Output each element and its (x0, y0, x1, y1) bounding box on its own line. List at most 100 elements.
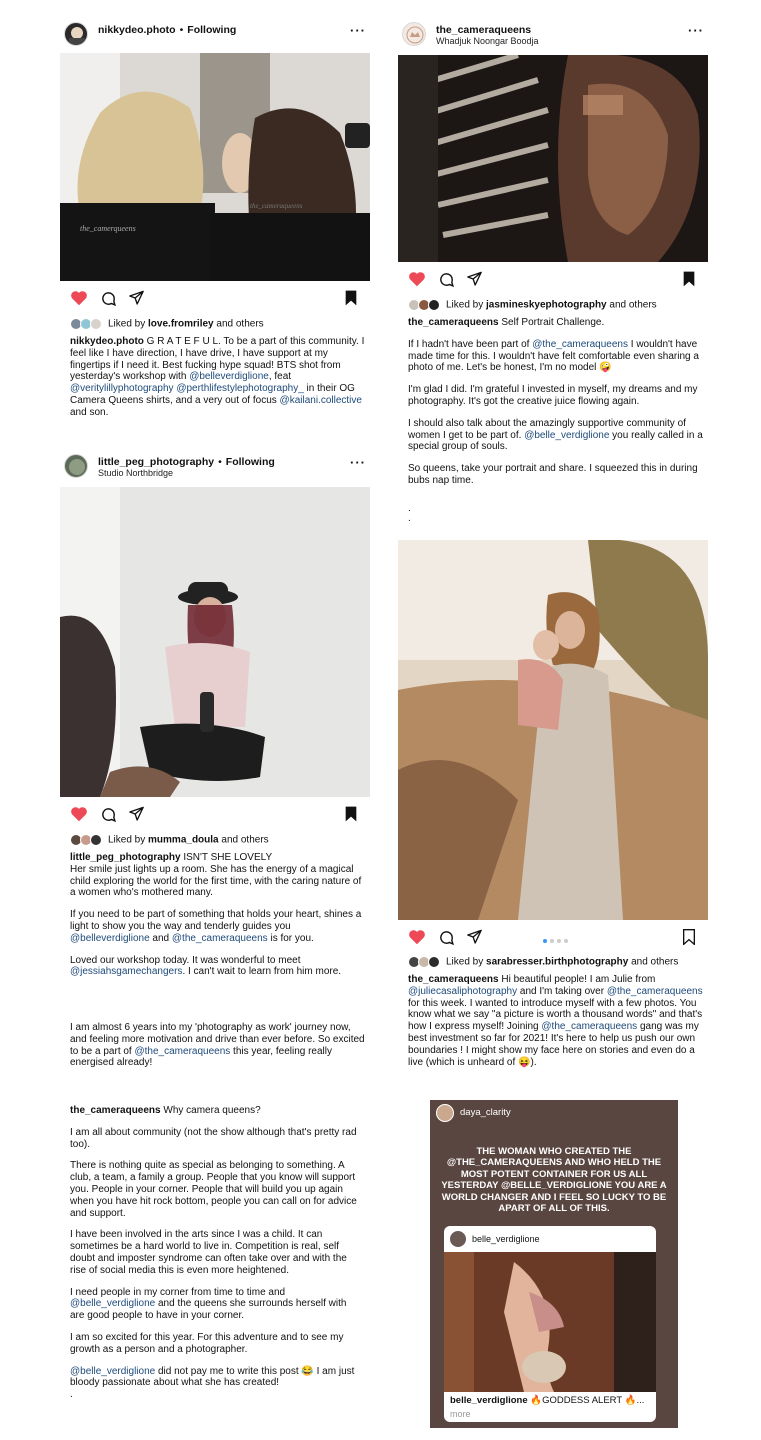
post-header: nikkydeo.photo • Following ··· (60, 20, 372, 50)
and-others[interactable]: and others (609, 300, 656, 311)
heart-icon[interactable] (70, 290, 88, 306)
shared-post-username[interactable]: belle_verdiglione (472, 1234, 540, 1244)
mention-link[interactable]: @the_cameraqueens (135, 1046, 231, 1057)
caption-username[interactable]: little_peg_photography (70, 852, 181, 863)
caption-text: I have been involved in the arts since I… (70, 1229, 347, 1276)
caption-text: If you need to be part of something that… (70, 909, 362, 932)
post-header: little_peg_photography • Following Studio … (60, 452, 372, 482)
username[interactable]: little_peg_photography • Following (98, 456, 275, 468)
liked-by-user[interactable]: mumma_doula (148, 835, 219, 846)
caption-text: . I can't wait to learn from him more. (182, 966, 342, 978)
caption-text: I'm glad I did. I'm grateful I invested … (408, 384, 698, 407)
bookmark-icon[interactable] (682, 929, 696, 945)
following-button[interactable]: Following (226, 456, 275, 468)
bookmark-icon[interactable] (682, 271, 696, 287)
post-photo[interactable] (398, 55, 708, 262)
shared-post-card[interactable]: belle_verdiglione belle_verdiglione 🔥GOD… (444, 1226, 656, 1422)
likes-line[interactable]: Liked by jasmineskyephotography and othe… (408, 299, 657, 311)
mention-link[interactable]: @kailani.collective (280, 395, 362, 406)
post-photo[interactable] (60, 487, 370, 797)
comment-icon[interactable] (100, 290, 117, 307)
caption-username[interactable]: belle_verdiglione (450, 1395, 528, 1406)
mention-link[interactable]: @the_cameraqueens (541, 1021, 637, 1032)
and-others[interactable]: and others (631, 957, 678, 968)
avatar[interactable] (64, 454, 88, 478)
likes-line[interactable]: Liked by love.fromriley and others (70, 318, 264, 330)
username-text[interactable]: little_peg_photography (98, 456, 214, 468)
share-icon[interactable] (128, 806, 145, 822)
more-icon[interactable]: ··· (350, 23, 366, 39)
bookmark-icon[interactable] (344, 290, 358, 306)
avatar[interactable] (402, 22, 426, 46)
likes-line[interactable]: Liked by mumma_doula and others (70, 834, 269, 846)
comment-icon[interactable] (100, 806, 117, 823)
heart-icon[interactable] (408, 271, 426, 287)
location[interactable]: Studio Northbridge (98, 468, 173, 478)
mention-link[interactable]: @veritylillyphotography (70, 383, 174, 394)
mention-link[interactable]: @the_cameraqueens (172, 933, 268, 944)
avatar[interactable] (450, 1231, 466, 1247)
caption-paragraph: I am so excited for this year. For this … (70, 1332, 362, 1356)
svg-text:the_cameraqueens: the_cameraqueens (250, 202, 303, 210)
heart-icon[interactable] (70, 806, 88, 822)
caption-username[interactable]: the_cameraqueens (408, 974, 499, 985)
username[interactable]: the_cameraqueens (436, 24, 531, 36)
caption-username[interactable]: nikkydeo.photo (70, 336, 144, 347)
story-text: THE WOMAN WHO CREATED THE @THE_CAMERAQUE… (441, 1146, 667, 1214)
mention-link[interactable]: @the_cameraqueens (532, 339, 628, 350)
bookmark-icon[interactable] (344, 806, 358, 822)
caption-text: There is nothing quite as special as bel… (70, 1160, 357, 1219)
more-link[interactable]: more (450, 1409, 471, 1419)
and-others[interactable]: and others (216, 319, 263, 330)
share-icon[interactable] (466, 271, 483, 287)
comment-icon[interactable] (438, 271, 455, 288)
avatar[interactable] (436, 1104, 454, 1122)
mention-link[interactable]: @belleverdiglione (70, 933, 150, 944)
caption-text: . (70, 1389, 73, 1401)
carousel-dots[interactable] (543, 935, 573, 943)
mention-link[interactable]: @belleverdiglione (189, 371, 269, 382)
share-icon[interactable] (466, 929, 483, 945)
more-icon[interactable]: ··· (688, 23, 704, 39)
share-icon[interactable] (128, 290, 145, 306)
caption-username[interactable]: the_cameraqueens (70, 1105, 161, 1116)
heart-icon[interactable] (408, 929, 426, 945)
mention-link[interactable]: @the_cameraqueens (607, 986, 703, 997)
mention-link[interactable]: @perthlifestylephotography_ (176, 383, 303, 394)
mention-link[interactable]: @juliecasaliphotography (408, 986, 517, 997)
more-icon[interactable]: ··· (350, 455, 366, 471)
shared-post-photo[interactable] (444, 1252, 656, 1392)
likes-line[interactable]: Liked by sarabresser.birthphotography an… (408, 956, 678, 968)
following-button[interactable]: Following (187, 24, 236, 36)
location[interactable]: Whadjuk Noongar Boodja (436, 36, 539, 46)
mention-link[interactable]: @belle_verdiglione (70, 1298, 155, 1309)
caption-paragraph: I have been involved in the arts since I… (70, 1229, 362, 1276)
story-username[interactable]: daya_clarity (460, 1107, 511, 1119)
caption-why-camera-queens: the_cameraqueens Why camera queens? I am … (70, 1105, 362, 1411)
caption-username[interactable]: the_cameraqueens (408, 317, 499, 328)
comment-icon[interactable] (438, 929, 455, 946)
separator-dot: • (179, 24, 184, 36)
caption-text: I am all about community (not the show a… (70, 1126, 357, 1150)
liked-by-user[interactable]: sarabresser.birthphotography (486, 957, 628, 968)
and-others[interactable]: and others (221, 835, 268, 846)
caption-trailing-dots: . . (408, 504, 703, 524)
svg-text:the_camerqueens: the_camerqueens (80, 224, 136, 233)
avatar[interactable] (64, 22, 88, 46)
caption-paragraph: the_cameraqueens Why camera queens? (70, 1105, 362, 1117)
caption-text: Loved our workshop today. It was wonderf… (70, 954, 301, 966)
caption-paragraph: I should also talk about the amazingly s… (408, 418, 703, 453)
liked-by-user[interactable]: jasmineskyephotography (486, 300, 607, 311)
post-photo[interactable] (398, 540, 708, 920)
username-text[interactable]: nikkydeo.photo (98, 24, 176, 36)
caption-paragraph: So queens, take your portrait and share.… (408, 463, 703, 487)
username[interactable]: nikkydeo.photo • Following (98, 24, 236, 36)
mention-link[interactable]: @jessiahsgamechangers (70, 966, 182, 977)
liked-by-user[interactable]: love.fromriley (148, 319, 214, 330)
post-photo[interactable]: the_camerqueens the_cameraqueens (60, 53, 370, 281)
liker-avatars (408, 299, 442, 311)
caption-text: and I'm taking over (517, 985, 607, 997)
mention-link[interactable]: @belle_verdiglione (524, 430, 609, 441)
mention-link[interactable]: @belle_verdiglione (70, 1366, 155, 1377)
caption-text: I need people in my corner from time to … (70, 1286, 286, 1298)
